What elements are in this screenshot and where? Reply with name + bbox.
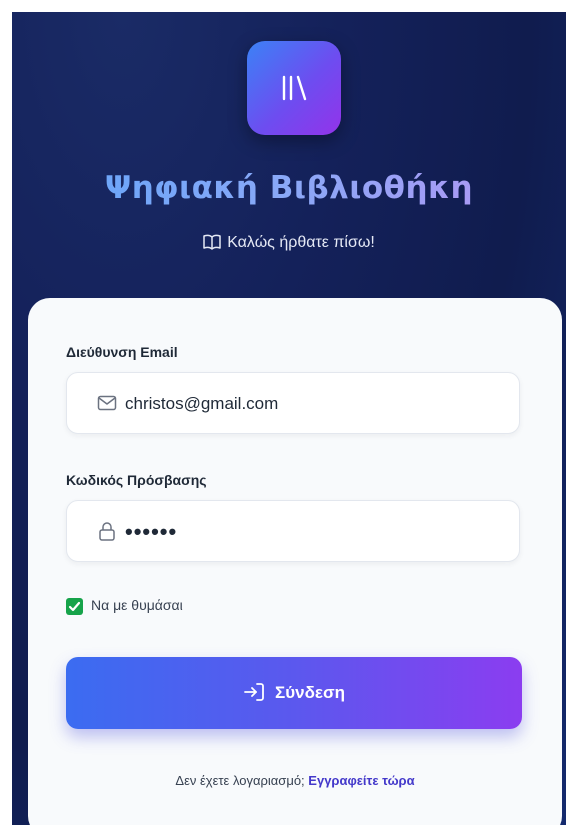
page-title: Ψηφιακή Βιβλιοθήκη [12, 170, 566, 206]
app-logo [247, 41, 341, 135]
login-button[interactable]: Σύνδεση [66, 657, 522, 729]
email-label: Διεύθυνση Email [66, 344, 178, 360]
login-button-label: Σύνδεση [275, 683, 345, 702]
remember-checkbox[interactable] [66, 598, 83, 615]
page: Ψηφιακή Βιβλιοθήκη Καλώς ήρθατε πίσω! Δι… [0, 0, 566, 825]
password-field[interactable]: •••••• [66, 500, 520, 562]
welcome-subtitle: Καλώς ήρθατε πίσω! [12, 234, 566, 252]
lock-icon [99, 522, 115, 541]
login-card: Διεύθυνση Email christos@gmail.com Κωδικ… [28, 298, 562, 825]
register-prompt-text: Δεν έχετε λογαριασμό; [175, 773, 305, 788]
register-link[interactable]: Εγγραφείτε τώρα [308, 773, 414, 788]
remember-label[interactable]: Να με θυμάσαι [91, 597, 183, 613]
open-book-icon [203, 234, 221, 250]
password-value: •••••• [125, 519, 178, 544]
subtitle-text: Καλώς ήρθατε πίσω! [227, 234, 375, 251]
log-in-icon [244, 683, 264, 701]
register-prompt: Δεν έχετε λογαριασμό; Εγγραφείτε τώρα [28, 773, 562, 788]
login-panel: Ψηφιακή Βιβλιοθήκη Καλώς ήρθατε πίσω! Δι… [12, 12, 566, 825]
mail-icon [97, 395, 117, 411]
check-icon [68, 601, 81, 612]
email-field[interactable]: christos@gmail.com [66, 372, 520, 434]
email-value: christos@gmail.com [125, 394, 279, 413]
password-label: Κωδικός Πρόσβασης [66, 472, 207, 488]
login-button-content: Σύνδεση [66, 657, 522, 729]
library-icon [282, 75, 307, 101]
